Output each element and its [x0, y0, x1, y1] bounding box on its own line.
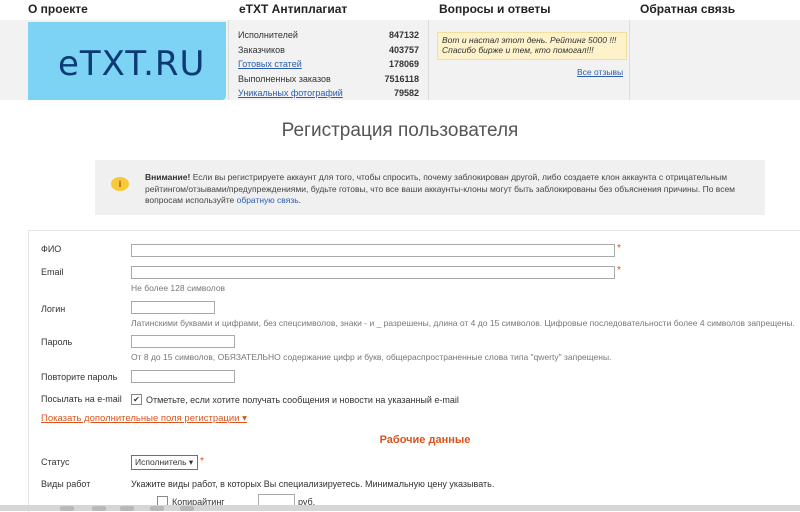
stat-value: 7516118 [384, 73, 419, 84]
required-mark: * [617, 265, 621, 276]
login-input[interactable] [131, 301, 215, 314]
required-mark: * [200, 456, 204, 467]
stat-row: Исполнителей 847132 [238, 30, 424, 45]
warning-bold: Внимание! [145, 172, 191, 182]
divider [629, 20, 630, 100]
stat-link-photos[interactable]: Уникальных фотографий [238, 88, 343, 98]
stat-value: 403757 [388, 44, 419, 55]
warning-box: i Внимание! Если вы регистрируете аккаун… [95, 160, 765, 215]
stat-row: Выполненных заказов 7516118 [238, 74, 424, 89]
repeat-password-label: Повторите пароль [41, 372, 118, 382]
work-types-hint: Укажите виды работ, в которых Вы специал… [131, 479, 495, 489]
taskbar [0, 505, 800, 511]
stat-row: Заказчиков 403757 [238, 45, 424, 60]
status-label: Статус [41, 457, 70, 467]
more-fields-link[interactable]: Показать дополнительные поля регистрации… [41, 413, 247, 424]
taskbar-item[interactable] [120, 506, 134, 511]
password-input[interactable] [131, 335, 235, 348]
feedback-link[interactable]: обратную связь [237, 195, 299, 205]
warning-body: Если вы регистрируете аккаунт для того, … [145, 172, 736, 205]
divider [228, 20, 229, 100]
send-email-checkbox[interactable]: ✔ [131, 394, 142, 405]
stats-table: Исполнителей 847132 Заказчиков 403757 Го… [238, 30, 424, 103]
taskbar-item[interactable] [92, 506, 106, 511]
site-logo[interactable]: eTXT.RU [28, 22, 226, 100]
divider [428, 20, 429, 100]
stat-label: Заказчиков [238, 44, 285, 55]
section-title-work: Рабочие данные [379, 434, 471, 446]
fio-label: ФИО [41, 244, 62, 254]
fio-input[interactable] [131, 244, 615, 257]
stat-value: 847132 [388, 30, 419, 40]
nav-feedback[interactable]: Обратная связь [640, 2, 735, 16]
login-label: Логин [41, 304, 66, 314]
required-mark: * [617, 243, 621, 254]
password-hint: От 8 до 15 символов, ОБЯЗАТЕЛЬНО содержа… [131, 352, 612, 362]
warning-text: Внимание! Если вы регистрируете аккаунт … [145, 172, 755, 207]
stat-value: 178069 [388, 59, 419, 69]
stat-label: Выполненных заказов [238, 73, 331, 84]
email-label: Email [41, 267, 64, 277]
review-quote: Вот и настал этот день. Рейтинг 5000 !!!… [437, 32, 627, 60]
info-icon: i [111, 177, 129, 191]
stat-label: Исполнителей [238, 30, 298, 40]
nav-about[interactable]: О проекте [28, 2, 88, 16]
send-email-text: Отметьте, если хотите получать сообщения… [146, 395, 459, 405]
email-input[interactable] [131, 266, 615, 279]
taskbar-item[interactable] [180, 506, 194, 511]
status-select[interactable]: Исполнитель ▾ [131, 455, 198, 470]
logo-text: eTXT.RU [58, 44, 206, 84]
taskbar-item[interactable] [150, 506, 164, 511]
stat-link-articles[interactable]: Готовых статей [238, 59, 302, 69]
send-email-label: Посылать на e-mail [41, 394, 122, 404]
stat-row: Уникальных фотографий 79582 [238, 88, 424, 103]
work-types-label: Виды работ [41, 479, 91, 489]
nav-faq[interactable]: Вопросы и ответы [439, 2, 550, 16]
all-reviews-link[interactable]: Все отзывы [577, 67, 623, 77]
page-title: Регистрация пользователя [281, 120, 519, 141]
warning-end: . [298, 195, 302, 205]
nav-antiplagiat[interactable]: eTXT Антиплагиат [239, 2, 347, 16]
repeat-password-input[interactable] [131, 370, 235, 383]
stat-row: Готовых статей 178069 [238, 59, 424, 74]
taskbar-item[interactable] [60, 506, 74, 511]
password-label: Пароль [41, 337, 73, 347]
stat-value: 79582 [393, 88, 419, 98]
email-hint: Не более 128 символов [131, 283, 226, 293]
login-hint: Латинскими буквами и цифрами, без спецси… [131, 318, 795, 328]
top-nav: О проекте eTXT Антиплагиат Вопросы и отв… [0, 0, 800, 20]
